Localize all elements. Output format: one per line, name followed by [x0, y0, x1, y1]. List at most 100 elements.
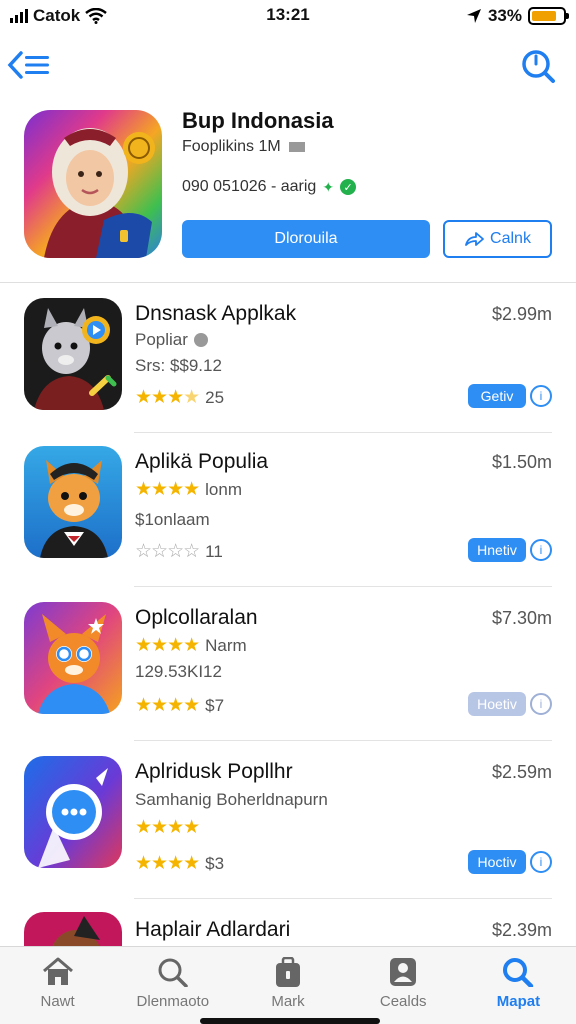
list-item[interactable]: Oplcollaralan $7.30m ★★★★ Narm 129.53KI1… — [0, 596, 576, 746]
wifi-icon — [85, 8, 108, 24]
row-divider — [134, 586, 552, 587]
featured-app-id: 090 051026 - aarig ✦ ✓ — [182, 178, 357, 196]
get-button-label[interactable]: Getiv — [468, 384, 526, 408]
tab-search[interactable]: Dlenmaoto — [115, 947, 230, 1024]
battery-fill — [532, 11, 556, 21]
star-rating-icon: ★★★★ — [135, 635, 200, 656]
leaf-icon: ✦ — [322, 178, 335, 195]
rating-count: 25 — [205, 387, 225, 407]
app-meta: Srs: $$9.12 — [135, 356, 222, 375]
tab-label: Nawt — [40, 993, 75, 1010]
app-category: Popliar — [135, 330, 208, 350]
star-rating-icon: ★★★★ — [135, 853, 200, 874]
list-item[interactable]: Dnsnask Applkak $2.99m Popliar Srs: $$9.… — [0, 292, 576, 442]
status-right: 33% — [466, 6, 569, 26]
app-title: Dnsnask Applkak — [135, 302, 297, 325]
row-divider — [134, 432, 552, 433]
featured-app-subtitle-text: Fooplikins 1M — [182, 138, 281, 155]
verified-icon: ✓ — [340, 179, 357, 195]
tab-bar: Nawt Dlenmaoto Mark Cealds Mapat — [0, 946, 576, 1024]
flag-icon — [289, 141, 306, 152]
row-divider — [134, 898, 552, 899]
app-category: ★★★★ Narm — [135, 634, 247, 657]
app-title: Aplridusk Popllhr — [135, 760, 293, 783]
info-circle-icon[interactable]: i — [530, 385, 552, 407]
home-indicator[interactable] — [200, 1018, 380, 1024]
app-icon — [24, 298, 122, 410]
tab-cealds[interactable]: Cealds — [346, 947, 461, 1024]
search-icon — [158, 958, 188, 987]
app-price: $2.99m — [491, 304, 552, 324]
rating-count: $3 — [205, 853, 225, 873]
star-rating-icon: ★★★★ — [135, 695, 200, 716]
info-icon — [193, 333, 208, 347]
search-icon — [522, 50, 555, 83]
star-rating-icon: ★★★★ — [135, 817, 200, 838]
search-button[interactable] — [520, 48, 556, 89]
empty-star-rating-icon: ☆☆☆☆ — [135, 541, 200, 562]
tab-mapat[interactable]: Mapat — [461, 947, 576, 1024]
signal-icon — [10, 9, 28, 23]
list-item[interactable]: Aplridusk Popllhr $2.59m Samhanig Boherl… — [0, 750, 576, 900]
featured-app: Bup Indonasia Fooplikins 1M 090 051026 -… — [0, 100, 576, 280]
star-rating-icon: ★★★★ — [135, 479, 200, 500]
rating-count: $7 — [205, 695, 225, 715]
app-icon — [24, 446, 122, 558]
get-button-label[interactable]: Hoctiv — [468, 850, 526, 874]
location-arrow-icon — [466, 9, 481, 23]
app-title: Haplair Adlardari — [135, 918, 291, 941]
get-button[interactable]: Hoetiv i — [468, 692, 552, 716]
status-bar: Catok 13:21 33% — [0, 0, 576, 32]
get-button-label[interactable]: Hoetiv — [468, 692, 526, 716]
app-meta: 129.53KI12 — [135, 662, 222, 681]
download-button[interactable]: Dlorouila — [182, 220, 430, 258]
tab-label: Mapat — [496, 993, 541, 1010]
get-button[interactable]: Hoctiv i — [468, 850, 552, 874]
app-category-text: Narm — [205, 635, 247, 655]
app-rating: ★★★★ $7 — [135, 694, 224, 717]
featured-app-title: Bup Indonasia — [182, 108, 334, 133]
app-title: Oplcollaralan — [135, 606, 258, 629]
list-item[interactable]: Haplair Adlardari $2.39m — [0, 906, 576, 946]
featured-app-subtitle: Fooplikins 1M — [182, 138, 306, 156]
tab-home[interactable]: Nawt — [0, 947, 115, 1024]
get-button[interactable]: Getiv i — [468, 384, 552, 408]
tab-label: Dlenmaoto — [136, 993, 210, 1010]
share-label: Calnk — [490, 230, 531, 247]
status-left: Catok — [10, 6, 210, 26]
battery-percent: 33% — [487, 6, 522, 25]
home-icon — [42, 957, 73, 985]
app-rating: ★★★★ $3 — [135, 852, 224, 875]
app-category: ★★★★ — [135, 816, 200, 839]
tab-label: Cealds — [379, 993, 427, 1010]
section-divider — [0, 282, 576, 283]
star-rating-icon: ★★★★ — [135, 387, 200, 408]
featured-app-icon[interactable] — [24, 110, 162, 258]
app-icon — [24, 756, 122, 868]
share-button[interactable]: Calnk — [443, 220, 552, 258]
app-meta: $1onlaam — [135, 510, 210, 529]
list-icon — [25, 56, 49, 74]
info-circle-icon[interactable]: i — [530, 693, 552, 715]
chevron-left-icon — [7, 51, 23, 79]
app-rating: ☆☆☆☆ 11 — [135, 540, 223, 563]
app-price: $7.30m — [491, 608, 552, 628]
app-icon — [24, 602, 122, 714]
tab-mark[interactable]: Mark — [230, 947, 345, 1024]
share-arrow-icon — [465, 232, 484, 246]
person-icon — [390, 958, 417, 986]
briefcase-icon — [276, 957, 300, 987]
featured-app-id-text: 090 051026 - aarig — [182, 178, 317, 195]
app-category: ★★★★ lonm — [135, 478, 242, 501]
list-item[interactable]: Aplikä Populia $1.50m ★★★★ lonm $1onlaam… — [0, 440, 576, 590]
info-circle-icon[interactable]: i — [530, 851, 552, 873]
app-icon — [24, 912, 122, 946]
app-meta: Samhanig Boherldnapurn — [135, 790, 328, 809]
get-button-label[interactable]: Hnetiv — [468, 538, 526, 562]
row-divider — [134, 740, 552, 741]
app-title: Aplikä Populia — [135, 450, 269, 473]
rating-count: 11 — [205, 541, 223, 561]
info-circle-icon[interactable]: i — [530, 539, 552, 561]
back-button[interactable] — [6, 50, 50, 80]
get-button[interactable]: Hnetiv i — [468, 538, 552, 562]
